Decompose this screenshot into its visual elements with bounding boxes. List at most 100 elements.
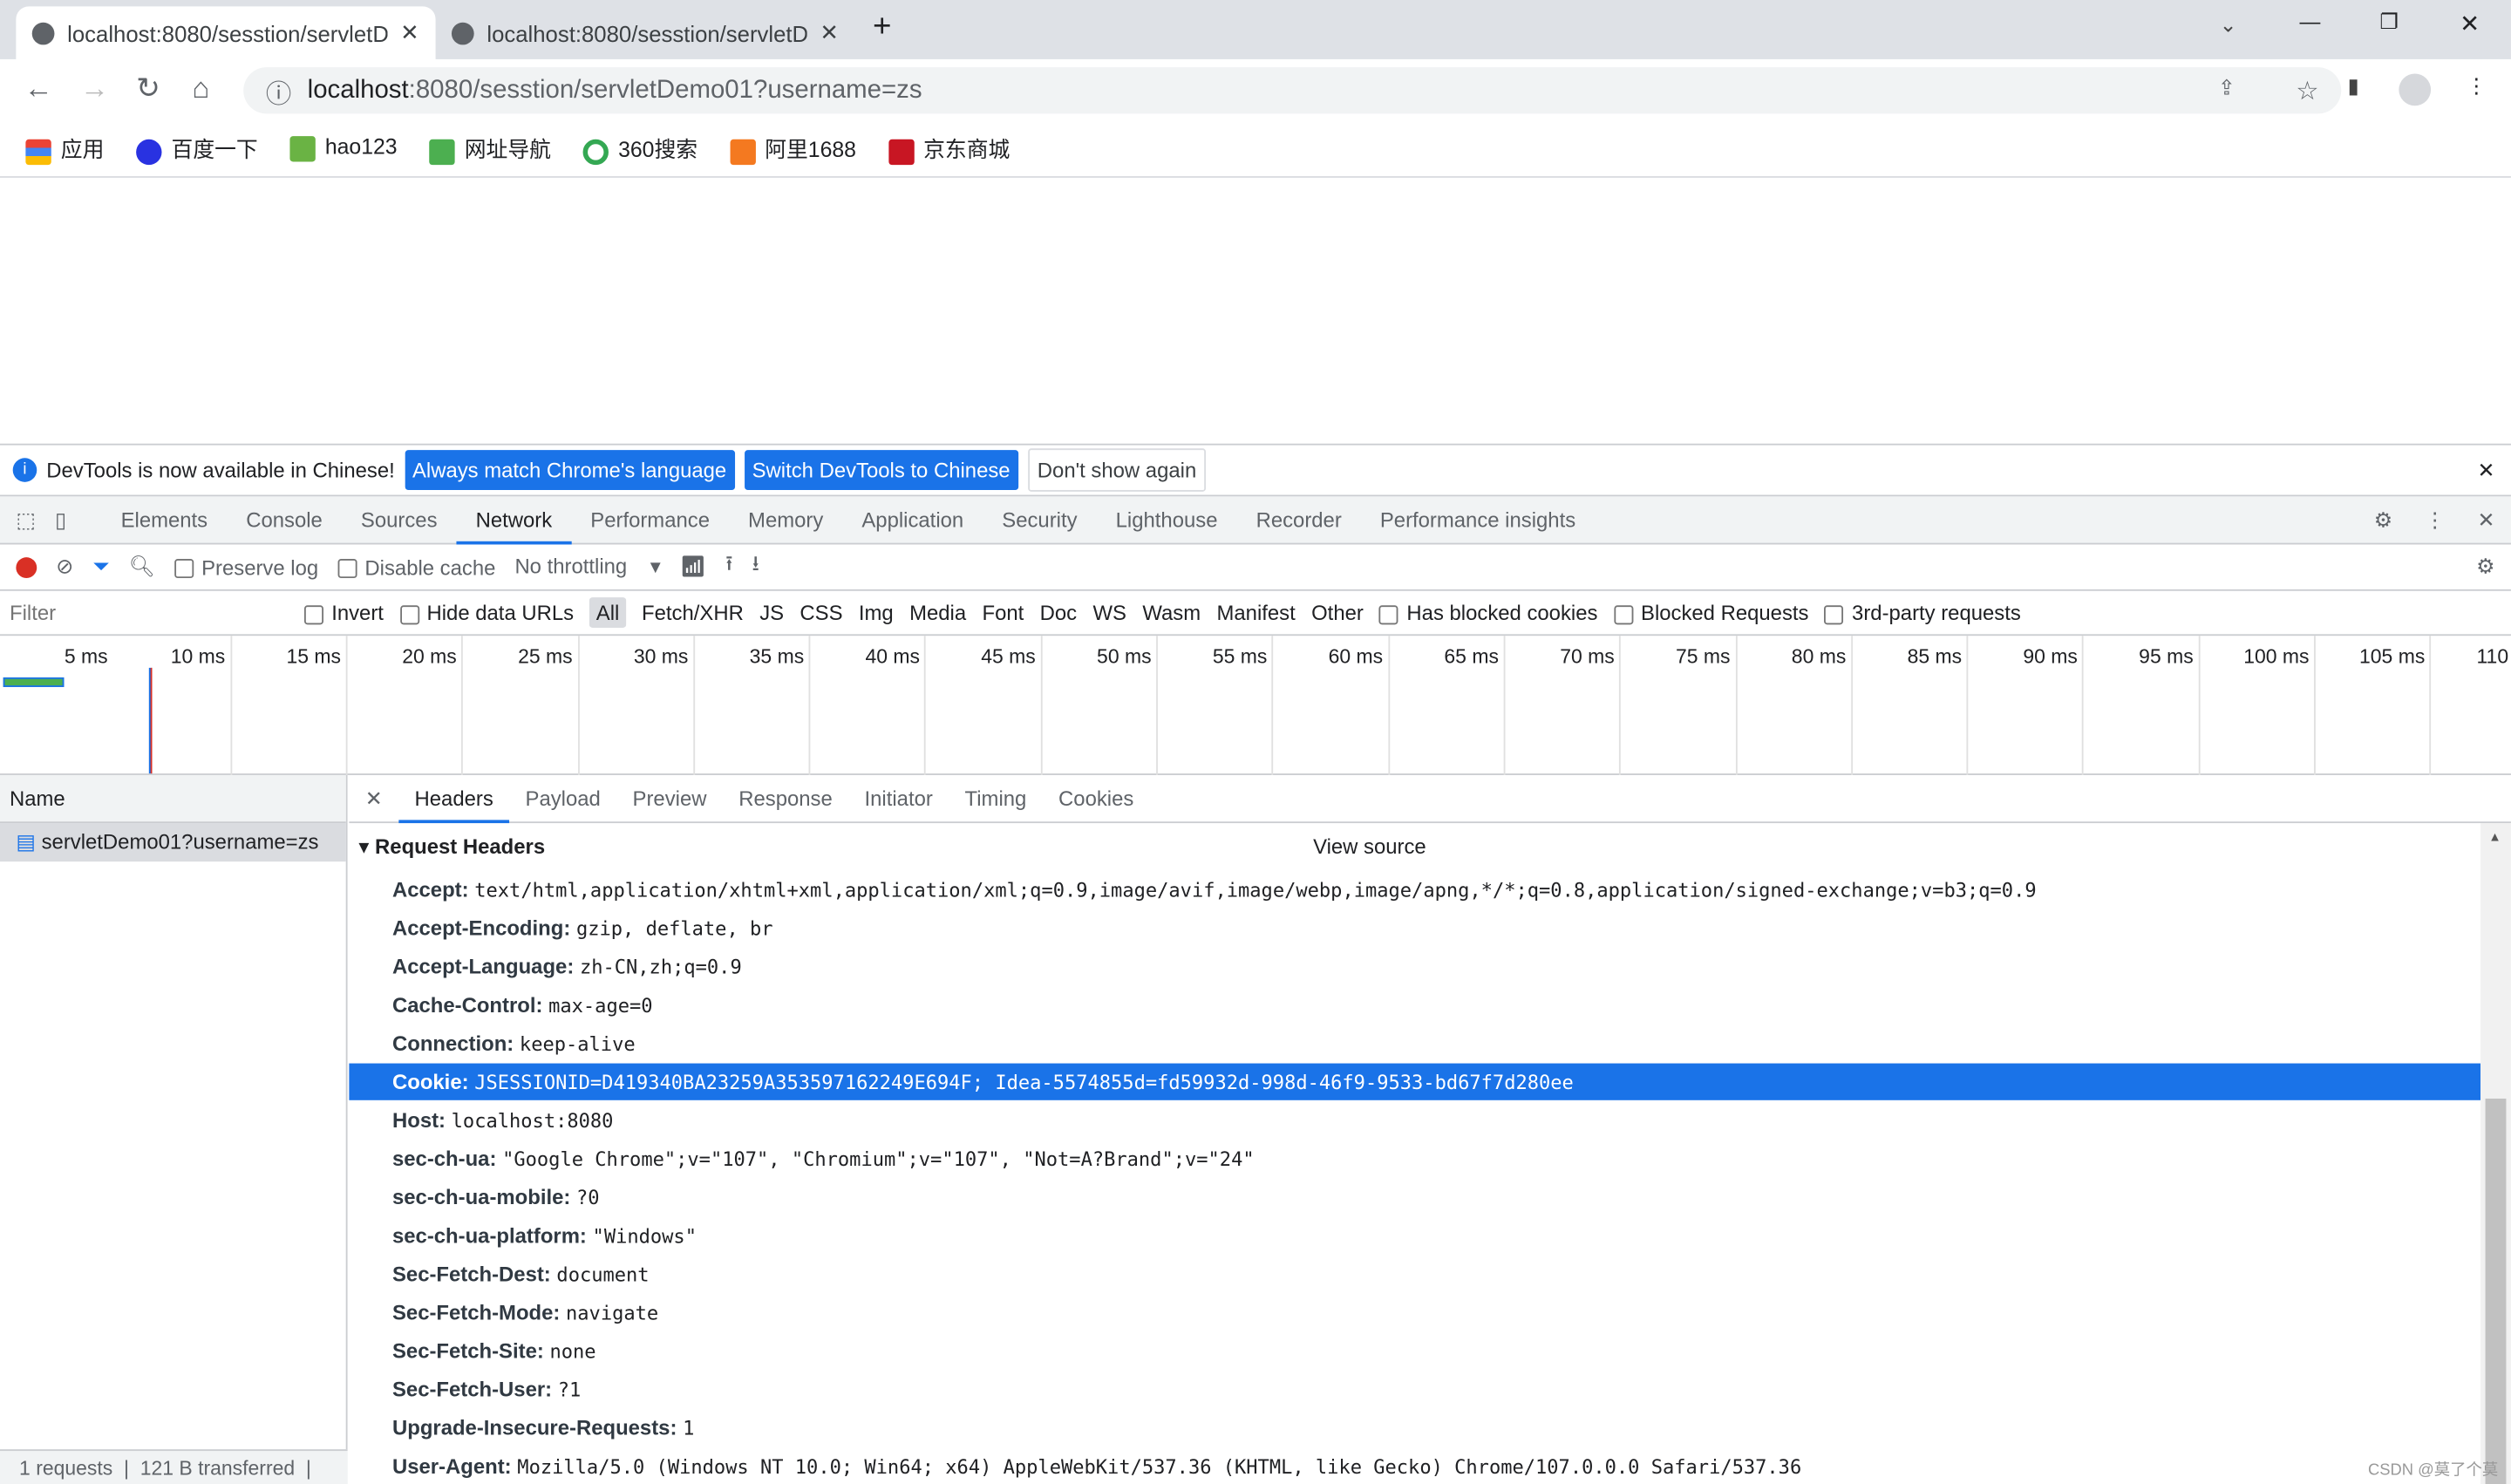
type-filter-manifest[interactable]: Manifest <box>1216 601 1295 625</box>
profile-avatar[interactable] <box>2399 73 2432 106</box>
blocked-cookies-checkbox[interactable]: Has blocked cookies <box>1379 601 1597 624</box>
detail-tab-cookies[interactable]: Cookies <box>1043 786 1150 811</box>
header-row[interactable]: sec-ch-ua-platform: "Windows" <box>392 1217 697 1254</box>
back-icon[interactable]: ← <box>24 72 53 106</box>
more-options-icon[interactable]: ⋮ <box>2409 507 2462 532</box>
close-tab-icon[interactable]: ✕ <box>820 19 839 46</box>
restore-button[interactable]: ❐ <box>2379 10 2398 35</box>
network-overview-timeline[interactable]: 5 ms 10 ms 15 ms 20 ms 25 ms 30 ms 35 ms 40 ms 4… <box>0 636 2511 775</box>
close-window-button[interactable]: ✕ <box>2460 10 2480 38</box>
throttling-select[interactable]: No throttling ▾ <box>514 554 660 579</box>
bookmark-hao123[interactable]: hao123 <box>289 135 398 161</box>
detail-tab-headers[interactable]: Headers <box>398 774 510 823</box>
type-filter-css[interactable]: CSS <box>800 601 842 625</box>
tab-network[interactable]: Network <box>456 495 572 544</box>
header-row[interactable]: Sec-Fetch-User: ?1 <box>392 1371 581 1407</box>
header-row[interactable]: sec-ch-ua: "Google Chrome";v="107", "Chr… <box>392 1140 1255 1177</box>
detail-tab-payload[interactable]: Payload <box>509 786 616 811</box>
record-icon[interactable] <box>16 556 37 578</box>
header-row[interactable]: Accept-Language: zh-CN,zh;q=0.9 <box>392 948 742 984</box>
type-filter-all[interactable]: All <box>589 597 626 628</box>
settings-gear-icon[interactable]: ⚙ <box>2358 507 2408 532</box>
switch-to-chinese-button[interactable]: Switch DevTools to Chinese <box>744 450 1018 491</box>
detail-tab-response[interactable]: Response <box>723 786 848 811</box>
request-row[interactable]: ▤ servletDemo01?username=zs <box>0 823 346 862</box>
type-filter-fetch[interactable]: Fetch/XHR <box>642 601 744 625</box>
address-bar[interactable]: ⓘ localhost:8080/sesstion/servletDemo01?u… <box>243 67 2342 114</box>
browser-tab-1[interactable]: localhost:8080/sesstion/servletDemo01?us… <box>16 6 436 59</box>
clear-icon[interactable]: ⊘ <box>56 554 73 579</box>
header-row[interactable]: Connection: keep-alive <box>392 1025 636 1061</box>
close-tab-icon[interactable]: ✕ <box>400 19 419 46</box>
tab-console[interactable]: Console <box>227 495 342 543</box>
type-filter-wasm[interactable]: Wasm <box>1142 601 1201 625</box>
close-devtools-icon[interactable]: ✕ <box>2461 507 2511 532</box>
header-row[interactable]: sec-ch-ua-mobile: ?0 <box>392 1179 600 1215</box>
header-row[interactable]: Sec-Fetch-Mode: navigate <box>392 1294 658 1331</box>
name-column-header[interactable]: Name <box>0 774 346 824</box>
browser-tab-2[interactable]: localhost:8080/sesstion/servletDemo01?us… <box>436 6 855 59</box>
type-filter-img[interactable]: Img <box>859 601 894 625</box>
close-details-icon[interactable]: ✕ <box>349 786 398 811</box>
inspect-element-icon[interactable]: ⬚ <box>0 507 45 532</box>
new-tab-button[interactable]: + <box>873 10 891 46</box>
filter-input[interactable] <box>0 595 289 630</box>
minimize-button[interactable]: — <box>2300 10 2321 34</box>
view-source-link[interactable]: View source <box>1313 834 1426 859</box>
tab-application[interactable]: Application <box>842 495 983 543</box>
header-row[interactable]: Sec-Fetch-Dest: document <box>392 1256 650 1292</box>
disable-cache-checkbox[interactable]: Disable cache <box>337 555 495 579</box>
export-har-icon[interactable]: ⭳ <box>752 549 759 584</box>
header-row[interactable]: Accept: text/html,application/xhtml+xml,… <box>392 871 2037 908</box>
detail-tab-timing[interactable]: Timing <box>949 786 1043 811</box>
search-icon[interactable]: 🔍︎ <box>129 554 155 579</box>
type-filter-ws[interactable]: WS <box>1092 601 1126 625</box>
type-filter-doc[interactable]: Doc <box>1040 601 1077 625</box>
tab-memory[interactable]: Memory <box>729 495 842 543</box>
always-match-language-button[interactable]: Always match Chrome's language <box>404 450 735 491</box>
header-row[interactable]: Cache-Control: max-age=0 <box>392 986 653 1023</box>
side-panel-icon[interactable]: ▮ <box>2348 73 2359 99</box>
scrollbar[interactable]: ▲ <box>2480 823 2511 1484</box>
invert-checkbox[interactable]: Invert <box>303 601 384 624</box>
reload-icon[interactable]: ↻ <box>136 72 160 106</box>
header-row[interactable]: Upgrade-Insecure-Requests: 1 <box>392 1409 694 1446</box>
close-infobar-icon[interactable]: ✕ <box>2478 457 2495 482</box>
home-icon[interactable]: ⌂ <box>192 72 209 106</box>
bookmark-2345[interactable]: 网址导航 <box>429 132 551 165</box>
hide-data-urls-checkbox[interactable]: Hide data URLs <box>399 601 574 624</box>
type-filter-other[interactable]: Other <box>1311 601 1364 625</box>
tab-lighthouse[interactable]: Lighthouse <box>1097 495 1237 543</box>
third-party-checkbox[interactable]: 3rd-party requests <box>1824 601 2021 624</box>
type-filter-font[interactable]: Font <box>982 601 1024 625</box>
tab-security[interactable]: Security <box>983 495 1096 543</box>
type-filter-media[interactable]: Media <box>909 601 966 625</box>
tab-search-icon[interactable]: ⌄ <box>2220 13 2237 38</box>
header-row[interactable]: Accept-Encoding: gzip, deflate, br <box>392 909 773 946</box>
tab-performance[interactable]: Performance <box>571 495 729 543</box>
detail-tab-initiator[interactable]: Initiator <box>848 786 949 811</box>
header-row[interactable]: Host: localhost:8080 <box>392 1102 613 1139</box>
bookmark-apps[interactable]: 应用 <box>25 132 104 165</box>
share-icon[interactable]: ⇪ <box>2218 75 2235 100</box>
device-toolbar-icon[interactable]: ▯ <box>45 507 102 532</box>
dont-show-again-button[interactable]: Don't show again <box>1027 448 1207 492</box>
tab-performance-insights[interactable]: Performance insights <box>1361 495 1595 543</box>
header-row[interactable]: User-Agent: Mozilla/5.0 (Windows NT 10.0… <box>392 1447 1801 1484</box>
detail-tab-preview[interactable]: Preview <box>616 786 723 811</box>
tab-elements[interactable]: Elements <box>102 495 228 543</box>
network-settings-icon[interactable]: ⚙ <box>2476 554 2494 579</box>
import-har-icon[interactable]: ⭱ <box>725 549 732 584</box>
tab-recorder[interactable]: Recorder <box>1237 495 1361 543</box>
network-conditions-icon[interactable]: 📶︎ <box>680 554 706 579</box>
request-headers-toggle[interactable]: ▾ Request Headers <box>358 834 545 860</box>
blocked-requests-checkbox[interactable]: Blocked Requests <box>1613 601 1808 624</box>
bookmark-1688[interactable]: 阿里1688 <box>729 132 856 165</box>
header-row[interactable]: Sec-Fetch-Site: none <box>392 1332 596 1369</box>
bookmark-star-icon[interactable]: ☆ <box>2296 74 2318 106</box>
bookmark-baidu[interactable]: 百度一下 <box>136 132 258 165</box>
bookmark-jd[interactable]: 京东商城 <box>888 132 1010 165</box>
menu-icon[interactable]: ⋮ <box>2467 73 2487 99</box>
bookmark-360[interactable]: 360搜索 <box>582 132 698 165</box>
type-filter-js[interactable]: JS <box>759 601 784 625</box>
